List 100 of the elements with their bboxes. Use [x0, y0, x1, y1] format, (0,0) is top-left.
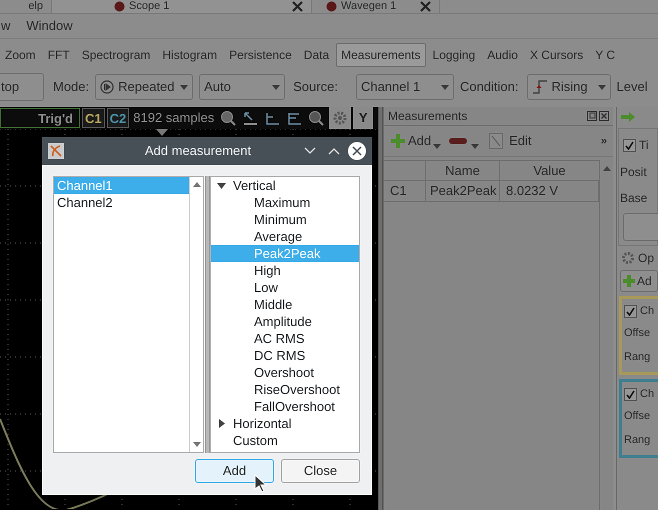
list-item[interactable]: Channel2	[54, 194, 189, 211]
pencil-icon	[489, 133, 504, 149]
stop-button[interactable]: top	[0, 73, 44, 101]
menu-item[interactable]: w	[1, 16, 10, 36]
sample-count: 8192 samples	[133, 109, 214, 128]
add-action[interactable]: Add	[408, 131, 432, 151]
condition-label: Condition:	[460, 78, 518, 96]
source-dropdown[interactable]: Channel 1	[356, 74, 454, 100]
trigger-status: Trig'd	[0, 108, 80, 128]
view-tab[interactable]: Zoom	[0, 42, 41, 66]
mouse-cursor-icon	[254, 474, 266, 492]
list-item[interactable]: Channel1	[54, 177, 189, 194]
caret-icon	[471, 144, 480, 148]
mode-dropdown[interactable]: Repeated	[95, 74, 194, 100]
caret-icon	[598, 84, 606, 90]
table-cell: C1	[384, 181, 426, 201]
column-header: Name	[426, 161, 500, 180]
more-button[interactable]: »	[600, 132, 607, 150]
tree-item[interactable]: DC RMS	[211, 347, 359, 364]
edit-action[interactable]: Edit	[509, 131, 532, 151]
tree-item[interactable]: Overshoot	[211, 364, 359, 381]
rising-edge-icon	[532, 79, 548, 95]
scrollbar[interactable]	[599, 160, 613, 510]
checkbox-label: Ch	[640, 386, 654, 402]
add-button[interactable]: Ad	[620, 270, 658, 292]
view-tab[interactable]: X Cursors	[524, 42, 588, 66]
column-header: Value	[532, 162, 567, 180]
view-tab[interactable]: Histogram	[157, 42, 222, 66]
source-label: Source:	[293, 78, 338, 96]
tab-label: Scope 1	[129, 0, 170, 12]
view-tab[interactable]: Measurements	[336, 42, 426, 66]
view-tab[interactable]: Data	[298, 42, 334, 66]
y-button[interactable]: Y	[353, 107, 374, 129]
tree-item[interactable]: Average	[211, 228, 359, 245]
minus-icon	[449, 138, 468, 144]
align-icon	[264, 110, 280, 126]
gear-icon	[621, 251, 635, 265]
view-tab[interactable]: Y C	[590, 42, 620, 66]
tree-item[interactable]: Vertical	[233, 177, 279, 194]
tree-item[interactable]: Maximum	[211, 194, 359, 211]
caret-icon	[180, 84, 188, 90]
record-icon	[114, 0, 125, 12]
condition-dropdown[interactable]: Rising	[526, 74, 610, 100]
float-icon	[587, 111, 597, 121]
view-tab[interactable]: Logging	[428, 42, 480, 66]
scroll-down-icon[interactable]	[192, 442, 200, 447]
field-label: Offse	[624, 326, 650, 341]
repeat-icon	[100, 80, 114, 94]
plus-icon	[623, 275, 635, 287]
checkbox[interactable]	[624, 304, 637, 318]
splitter-handle[interactable]	[205, 176, 210, 453]
scroll-up-icon[interactable]	[192, 182, 200, 187]
add-button[interactable]: Add	[195, 459, 274, 483]
caret-icon	[433, 144, 442, 148]
close-icon	[348, 142, 366, 160]
cursor-arrow-icon	[242, 110, 258, 126]
auto-dropdown[interactable]: Auto	[199, 74, 286, 100]
scroll-up-icon[interactable]	[602, 166, 611, 171]
tree-item[interactable]: Horizontal	[233, 415, 295, 432]
collapse-arrow-icon[interactable]	[217, 182, 226, 188]
close-icon	[599, 111, 609, 121]
view-tab[interactable]: Spectrogram	[76, 42, 156, 66]
tab[interactable]: Scope 1	[52, 0, 312, 13]
tree-item[interactable]: High	[211, 262, 359, 279]
dialog-title: Add measurement	[144, 142, 252, 160]
field-label: Offse	[624, 409, 650, 424]
checkbox[interactable]	[624, 388, 637, 400]
channel-button[interactable]: C1	[82, 108, 105, 128]
zoom-in-icon	[220, 110, 236, 126]
tree-item[interactable]: Peak2Peak	[211, 245, 359, 262]
tree-item[interactable]: Custom	[233, 432, 281, 449]
tab-label: elp	[28, 0, 43, 12]
view-tab[interactable]: FFT	[42, 42, 75, 66]
zoom-out-icon	[308, 110, 324, 126]
channel-button[interactable]: C2	[106, 108, 130, 128]
checkbox[interactable]	[623, 138, 636, 152]
caret-icon	[272, 84, 280, 90]
tree-item[interactable]: Minimum	[211, 211, 359, 228]
plus-icon	[390, 133, 406, 149]
tree-item[interactable]: Low	[211, 279, 359, 296]
mode-label: Mode:	[53, 78, 90, 96]
tree-item[interactable]: AC RMS	[211, 330, 359, 347]
expand-arrow-icon[interactable]	[217, 419, 226, 428]
field-label: Base	[620, 190, 648, 207]
field-label: Rang	[624, 433, 650, 448]
close-button[interactable]: Close	[281, 459, 360, 483]
field-label: Posit	[620, 164, 648, 181]
menu-item[interactable]: Window	[26, 16, 73, 36]
tree-item[interactable]: Amplitude	[211, 313, 359, 330]
minimize-icon	[304, 147, 316, 155]
tree-item[interactable]: FallOvershoot	[211, 398, 359, 415]
tab-label: Wavegen 1	[341, 0, 396, 12]
tree-item[interactable]: Middle	[211, 296, 359, 313]
field-label: Rang	[624, 350, 650, 365]
table-cell: 8.0232 V	[500, 181, 600, 201]
tree-item[interactable]: RiseOvershoot	[211, 381, 359, 398]
table-cell: Peak2Peak	[426, 181, 500, 201]
view-tab[interactable]: Audio	[482, 42, 523, 66]
level-label: Level	[616, 78, 648, 96]
view-tab[interactable]: Persistence	[224, 42, 297, 66]
